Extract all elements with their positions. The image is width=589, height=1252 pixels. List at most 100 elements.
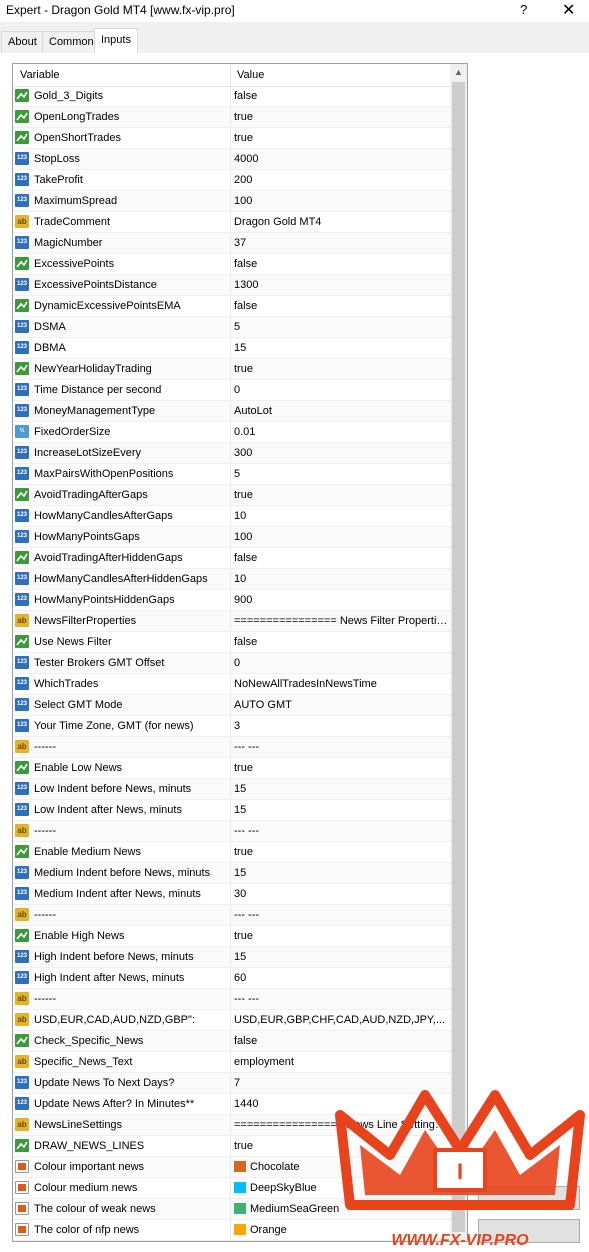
variable-value[interactable]: USD,EUR,GBP,CHF,CAD,AUD,NZD,JPY,... [234,1014,448,1026]
variable-value[interactable]: ================ News Filter Properties.… [234,615,448,627]
table-row[interactable]: OpenLongTrades true [13,107,450,128]
table-row[interactable]: 123 DSMA 5 [13,317,450,338]
variable-value[interactable]: false [234,258,448,270]
variable-value[interactable]: false [234,90,448,102]
table-row[interactable]: ½ FixedOrderSize 0.01 [13,422,450,443]
table-row[interactable]: Check_Specific_News false [13,1031,450,1052]
variable-value[interactable]: 60 [234,972,448,984]
variable-value[interactable]: 3 [234,720,448,732]
variable-value[interactable]: 900 [234,594,448,606]
variable-value[interactable]: false [234,552,448,564]
table-row[interactable]: 123 MoneyManagementType AutoLot [13,401,450,422]
table-row[interactable]: 123 ExcessivePointsDistance 1300 [13,275,450,296]
variable-value[interactable]: 15 [234,783,448,795]
table-row[interactable]: 123 Tester Brokers GMT Offset 0 [13,653,450,674]
table-row[interactable]: 123 MagicNumber 37 [13,233,450,254]
table-row[interactable]: ab ------ --- --- [13,905,450,926]
variable-value[interactable]: AUTO GMT [234,699,448,711]
column-divider[interactable] [230,64,231,86]
variable-value[interactable]: 37 [234,237,448,249]
table-row[interactable]: 123 High Indent after News, minuts 60 [13,968,450,989]
table-row[interactable]: 123 Your Time Zone, GMT (for news) 3 [13,716,450,737]
table-row[interactable]: 123 WhichTrades NoNewAllTradesInNewsTime [13,674,450,695]
variable-value[interactable]: 100 [234,195,448,207]
close-icon[interactable]: ✕ [562,0,575,20]
variable-value[interactable]: 5 [234,321,448,333]
scroll-up-icon[interactable]: ▲ [454,67,463,77]
table-row[interactable]: ab NewsFilterProperties ================ N… [13,611,450,632]
table-row[interactable]: ab ------ --- --- [13,989,450,1010]
table-row[interactable]: ab ------ --- --- [13,821,450,842]
variable-value[interactable]: AutoLot [234,405,448,417]
table-row[interactable]: 123 Low Indent before News, minuts 15 [13,779,450,800]
variable-value[interactable]: 10 [234,510,448,522]
tab-common[interactable]: Common [42,31,101,52]
variable-value[interactable]: true [234,363,448,375]
variable-value[interactable]: false [234,636,448,648]
table-row[interactable]: NewYearHolidayTrading true [13,359,450,380]
table-row[interactable]: Use News Filter false [13,632,450,653]
variable-value[interactable]: 30 [234,888,448,900]
variable-value[interactable]: 300 [234,447,448,459]
help-button[interactable]: ? [520,2,527,17]
table-row[interactable]: Gold_3_Digits false [13,86,450,107]
variable-value[interactable]: 10 [234,573,448,585]
variable-value[interactable]: 15 [234,951,448,963]
table-row[interactable]: ab TradeComment Dragon Gold MT4 [13,212,450,233]
table-row[interactable]: 123 Low Indent after News, minuts 15 [13,800,450,821]
table-row[interactable]: 123 High Indent before News, minuts 15 [13,947,450,968]
table-row[interactable]: 123 TakeProfit 200 [13,170,450,191]
table-row[interactable]: AvoidTradingAfterGaps true [13,485,450,506]
table-row[interactable]: 123 DBMA 15 [13,338,450,359]
variable-value[interactable]: 200 [234,174,448,186]
table-row[interactable]: AvoidTradingAfterHiddenGaps false [13,548,450,569]
table-row[interactable]: 123 MaxPairsWithOpenPositions 5 [13,464,450,485]
table-row[interactable]: DynamicExcessivePointsEMA false [13,296,450,317]
variable-value[interactable]: 1300 [234,279,448,291]
table-row[interactable]: ab ------ --- --- [13,737,450,758]
vertical-scrollbar[interactable]: ▲ [450,64,467,1241]
table-row[interactable]: 123 Medium Indent after News, minuts 30 [13,884,450,905]
variable-value[interactable]: true [234,762,448,774]
table-row[interactable]: 123 MaximumSpread 100 [13,191,450,212]
column-header-variable[interactable]: Variable [20,69,60,81]
variable-value[interactable]: 0 [234,657,448,669]
table-row[interactable]: 123 HowManyCandlesAfterGaps 10 [13,506,450,527]
table-row[interactable]: 123 Select GMT Mode AUTO GMT [13,695,450,716]
variable-value[interactable]: 0.01 [234,426,448,438]
variable-value[interactable]: --- --- [234,741,448,753]
table-row[interactable]: ExcessivePoints false [13,254,450,275]
variable-value[interactable]: false [234,300,448,312]
variable-value[interactable]: --- --- [234,825,448,837]
table-row[interactable]: Enable Low News true [13,758,450,779]
table-row[interactable]: ab Specific_News_Text employment [13,1052,450,1073]
variable-value[interactable]: true [234,489,448,501]
variable-value[interactable]: NoNewAllTradesInNewsTime [234,678,448,690]
variable-value[interactable]: 5 [234,468,448,480]
variable-value[interactable]: employment [234,1056,448,1068]
variable-value[interactable]: false [234,1035,448,1047]
table-row[interactable]: 123 HowManyCandlesAfterHiddenGaps 10 [13,569,450,590]
table-row[interactable]: Enable Medium News true [13,842,450,863]
table-row[interactable]: 123 StopLoss 4000 [13,149,450,170]
variable-value[interactable]: --- --- [234,909,448,921]
tab-inputs[interactable]: Inputs [94,28,138,54]
variable-value[interactable]: 15 [234,867,448,879]
variable-value[interactable]: 0 [234,384,448,396]
variable-value[interactable]: 4000 [234,153,448,165]
variable-value[interactable]: --- --- [234,993,448,1005]
table-row[interactable]: ab USD,EUR,CAD,AUD,NZD,GBP": USD,EUR,GBP,C… [13,1010,450,1031]
variable-value[interactable]: Dragon Gold MT4 [234,216,448,228]
table-row[interactable]: 123 Medium Indent before News, minuts 15 [13,863,450,884]
variable-value[interactable]: 100 [234,531,448,543]
table-row[interactable]: 123 HowManyPointsHiddenGaps 900 [13,590,450,611]
table-row[interactable]: 123 IncreaseLotSizeEvery 300 [13,443,450,464]
table-row[interactable]: OpenShortTrades true [13,128,450,149]
table-row[interactable]: 123 Time Distance per second 0 [13,380,450,401]
variable-value[interactable]: true [234,846,448,858]
variable-value[interactable]: 15 [234,804,448,816]
column-header-value[interactable]: Value [237,69,264,81]
table-row[interactable]: Enable High News true [13,926,450,947]
variable-value[interactable]: 15 [234,342,448,354]
scrollbar-thumb[interactable] [452,82,465,1232]
